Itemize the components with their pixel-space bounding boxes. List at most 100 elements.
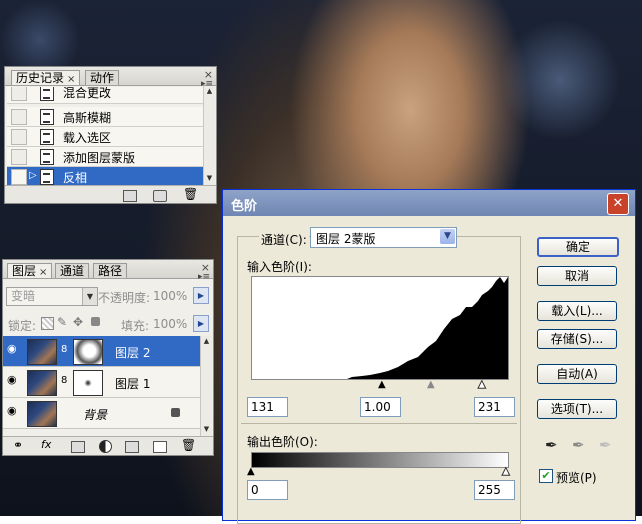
snapshot-source-box[interactable] <box>11 149 27 165</box>
lock-transparency-icon[interactable] <box>41 317 54 330</box>
channel-select-value: 图层 2蒙版 <box>316 232 376 246</box>
save-button[interactable]: 存储(S)... <box>537 329 617 349</box>
options-button[interactable]: 选项(T)... <box>537 399 617 419</box>
white-eyedropper-icon[interactable]: ✒ <box>599 436 612 454</box>
channel-select[interactable]: 图层 2蒙版 ▼ <box>310 227 457 248</box>
layer-thumbnail <box>27 339 57 365</box>
output-black-slider-icon[interactable]: ▲ <box>247 466 255 477</box>
history-scrollbar[interactable]: ▲ ▼ <box>203 86 215 185</box>
input-gamma-slider-icon[interactable]: ▲ <box>427 379 435 390</box>
output-white-value: 255 <box>478 483 501 497</box>
input-levels-label: 输入色阶(I): <box>247 260 312 274</box>
input-black-value: 131 <box>251 400 274 414</box>
chain-link-icon[interactable]: 8 <box>61 375 67 386</box>
panel-menu-icon[interactable]: ▸≡ <box>198 272 210 282</box>
trash-icon[interactable]: 🗑 <box>181 438 196 452</box>
output-white-field[interactable]: 255 <box>474 480 515 500</box>
history-item-label: 混合更改 <box>63 87 112 100</box>
tab-history-label: 历史记录 <box>16 71 65 85</box>
layer-thumbnail <box>27 401 57 427</box>
tab-channels-label: 通道 <box>60 264 85 278</box>
gray-eyedropper-icon[interactable]: ✒ <box>572 436 585 454</box>
scroll-up-icon[interactable]: ▲ <box>201 336 212 347</box>
opacity-value[interactable]: 100% <box>153 289 187 303</box>
load-button[interactable]: 载入(L)... <box>537 301 617 321</box>
lock-all-icon[interactable] <box>91 317 100 326</box>
snapshot-source-box[interactable] <box>11 109 27 125</box>
blend-mode-select[interactable]: 变暗 ▼ <box>6 287 98 306</box>
history-item[interactable]: 添加图层蒙版 <box>7 147 203 167</box>
adjustment-layer-icon[interactable] <box>99 440 112 453</box>
eye-visibility-icon[interactable]: ◉ <box>7 343 19 355</box>
output-black-field[interactable]: 0 <box>247 480 288 500</box>
history-item-selected[interactable]: ▷ 反相 <box>7 167 203 187</box>
history-item-label: 添加图层蒙版 <box>63 151 136 165</box>
lock-label: 锁定: <box>8 319 37 333</box>
tab-close-icon[interactable]: × <box>67 74 75 85</box>
scroll-up-icon[interactable]: ▲ <box>204 86 215 97</box>
trash-icon[interactable]: 🗑 <box>183 187 198 201</box>
tab-paths[interactable]: 路径 <box>93 263 128 278</box>
snapshot-source-box[interactable] <box>11 87 27 101</box>
new-group-icon[interactable] <box>125 441 139 453</box>
tab-actions-label: 动作 <box>90 71 115 85</box>
opacity-slider-button[interactable]: ▶ <box>193 287 209 304</box>
chevron-down-icon: ▼ <box>82 288 97 305</box>
scroll-down-icon[interactable]: ▼ <box>204 173 215 184</box>
fx-icon[interactable]: fx <box>41 438 51 451</box>
preview-label[interactable]: 预览(P) <box>556 469 597 486</box>
history-item[interactable]: 混合更改 <box>7 87 203 104</box>
close-icon[interactable]: ✕ <box>607 193 629 215</box>
history-item[interactable]: 载入选区 <box>7 127 203 147</box>
fill-slider-button[interactable]: ▶ <box>193 315 209 332</box>
blend-mode-value: 变暗 <box>11 289 36 303</box>
input-black-field[interactable]: 131 <box>247 397 288 417</box>
new-layer-icon[interactable] <box>153 441 167 453</box>
layer-row[interactable]: ◉ 8 图层 1 <box>3 367 200 398</box>
tab-channels[interactable]: 通道 <box>55 263 90 278</box>
layer-mask-thumbnail[interactable] <box>73 370 103 396</box>
fill-value[interactable]: 100% <box>153 317 187 331</box>
cancel-button[interactable]: 取消 <box>537 266 617 286</box>
input-gamma-value: 1.00 <box>364 400 391 414</box>
lock-move-icon[interactable]: ✥ <box>73 315 83 329</box>
output-white-slider-icon[interactable]: ▲ <box>502 466 511 478</box>
eye-visibility-icon[interactable]: ◉ <box>7 405 19 417</box>
preview-checkbox[interactable]: ✔ <box>539 469 553 483</box>
input-white-field[interactable]: 231 <box>474 397 515 417</box>
dialog-title: 色阶 <box>231 199 258 214</box>
add-mask-icon[interactable] <box>71 441 85 453</box>
link-layers-icon[interactable]: ⚭ <box>13 438 23 452</box>
tab-actions[interactable]: 动作 <box>85 70 120 85</box>
layer-row[interactable]: ◉ 背景 <box>3 398 200 429</box>
chain-link-icon[interactable]: 8 <box>61 344 67 355</box>
new-document-from-state-icon[interactable] <box>123 190 137 202</box>
lock-paint-icon[interactable]: ✎ <box>57 315 67 329</box>
camera-snapshot-icon[interactable] <box>153 190 167 202</box>
input-gamma-field[interactable]: 1.00 <box>360 397 401 417</box>
input-black-slider-icon[interactable]: ▲ <box>378 379 386 390</box>
input-white-slider-icon[interactable]: ▲ <box>478 379 487 391</box>
scroll-down-icon[interactable]: ▼ <box>201 424 212 435</box>
eye-visibility-icon[interactable]: ◉ <box>7 374 19 386</box>
black-eyedropper-icon[interactable]: ✒ <box>545 436 558 454</box>
layer-row-selected[interactable]: ◉ 8 图层 2 <box>3 336 200 367</box>
channel-label: 通道(C): <box>259 231 309 248</box>
ok-button[interactable]: 确定 <box>537 237 619 257</box>
snapshot-source-box[interactable] <box>11 169 27 185</box>
layer-name[interactable]: 背景 <box>83 406 107 423</box>
layer-name[interactable]: 图层 1 <box>115 375 150 392</box>
tab-history[interactable]: 历史记录 × <box>11 70 81 85</box>
dialog-titlebar[interactable]: 色阶 ✕ <box>223 190 635 216</box>
layer-mask-thumbnail[interactable] <box>73 339 103 365</box>
snapshot-source-box[interactable] <box>11 129 27 145</box>
output-gradient <box>251 452 509 468</box>
tab-layers[interactable]: 图层 × <box>7 263 53 278</box>
layers-scrollbar[interactable]: ▲ ▼ <box>200 336 212 436</box>
history-state-icon <box>40 109 54 125</box>
history-item[interactable]: 高斯模糊 <box>7 107 203 127</box>
layer-name[interactable]: 图层 2 <box>115 344 150 361</box>
tab-close-icon[interactable]: × <box>39 267 47 278</box>
auto-button[interactable]: 自动(A) <box>537 364 617 384</box>
layers-footer: ⚭ fx 🗑 <box>3 436 213 455</box>
